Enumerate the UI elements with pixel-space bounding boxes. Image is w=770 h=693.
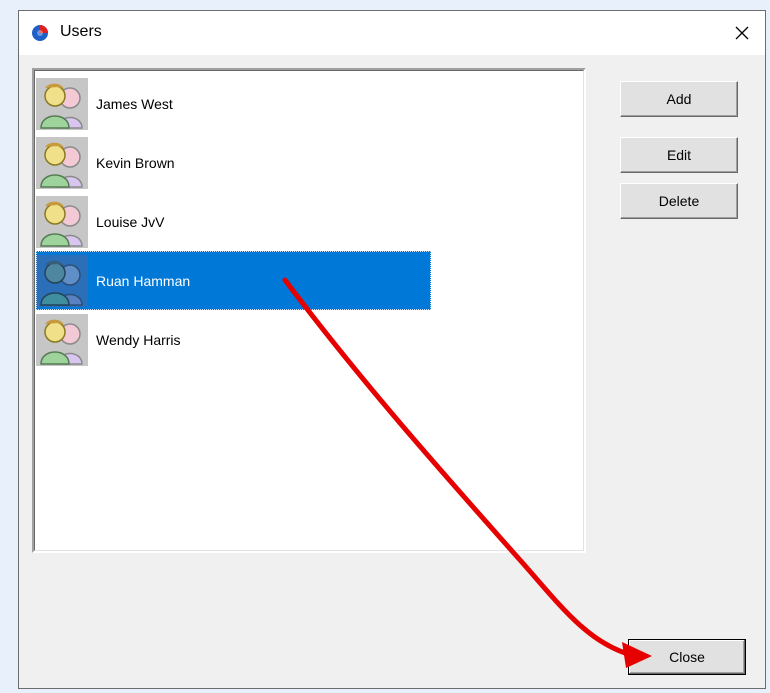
red-arrow-annotation <box>282 277 652 668</box>
arrowhead-icon <box>622 642 652 668</box>
